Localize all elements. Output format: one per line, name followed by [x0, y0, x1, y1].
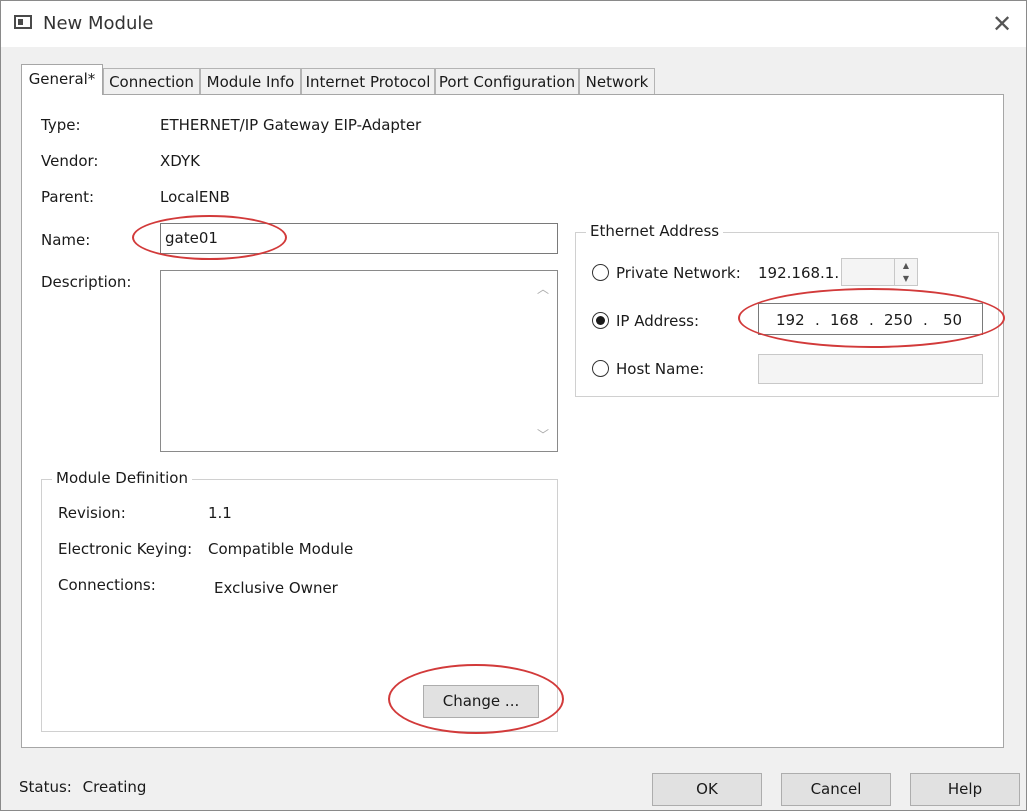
revision-value: 1.1 — [208, 504, 232, 522]
electronic-keying-label: Electronic Keying: — [58, 540, 193, 558]
ip-address-radio[interactable] — [592, 312, 609, 329]
help-button[interactable]: Help — [910, 773, 1020, 806]
module-definition-legend: Module Definition — [52, 469, 192, 487]
module-window-icon — [14, 15, 32, 29]
cancel-button[interactable]: Cancel — [781, 773, 891, 806]
ip-separator: . — [815, 311, 820, 329]
spin-down-icon[interactable]: ▼ — [895, 272, 917, 285]
name-input[interactable]: gate01 — [160, 223, 558, 254]
ip-separator: . — [923, 311, 928, 329]
tab-general[interactable]: General* — [21, 64, 103, 95]
window-title: New Module — [43, 13, 154, 34]
status-value: Creating — [82, 778, 147, 796]
private-network-prefix: 192.168.1. — [758, 264, 840, 282]
tab-internet-protocol[interactable]: Internet Protocol — [301, 68, 435, 94]
ethernet-address-legend: Ethernet Address — [586, 222, 724, 240]
private-network-radio[interactable] — [592, 264, 609, 281]
spin-up-icon[interactable]: ▲ — [895, 259, 917, 272]
revision-label: Revision: — [58, 504, 126, 522]
ok-button[interactable]: OK — [652, 773, 762, 806]
ip-separator: . — [869, 311, 874, 329]
ip-address-label: IP Address: — [616, 312, 700, 330]
description-label: Description: — [41, 273, 132, 291]
tab-network[interactable]: Network — [579, 68, 655, 94]
parent-value: LocalENB — [160, 188, 230, 206]
chevron-up-icon[interactable]: ︿ — [537, 283, 549, 295]
ip-octet-4[interactable]: 50 — [943, 311, 962, 329]
module-definition-group: Module Definition Revision: 1.1 Electron… — [41, 469, 558, 732]
general-panel: Type: ETHERNET/IP Gateway EIP-Adapter Ve… — [21, 94, 1004, 748]
ip-octet-1[interactable]: 192 — [776, 311, 805, 329]
vendor-label: Vendor: — [41, 152, 99, 170]
host-name-input[interactable] — [758, 354, 983, 384]
electronic-keying-value: Compatible Module — [208, 540, 354, 558]
type-label: Type: — [41, 116, 81, 134]
private-network-spinner[interactable]: ▲ ▼ — [841, 258, 918, 286]
new-module-dialog: New Module ✕ General* Connection Module … — [0, 0, 1027, 811]
tab-connection[interactable]: Connection — [103, 68, 200, 94]
private-network-label: Private Network: — [616, 264, 741, 282]
ip-address-input[interactable]: 192 . 168 . 250 . 50 — [758, 303, 983, 335]
parent-label: Parent: — [41, 188, 95, 206]
connections-label: Connections: — [58, 576, 156, 594]
tab-module-info[interactable]: Module Info — [200, 68, 301, 94]
ethernet-address-group: Ethernet Address Private Network: 192.16… — [575, 222, 999, 397]
type-value: ETHERNET/IP Gateway EIP-Adapter — [160, 116, 422, 134]
vendor-value: XDYK — [160, 152, 201, 170]
ip-octet-2[interactable]: 168 — [830, 311, 859, 329]
status-bar: Status: Creating — [19, 778, 146, 796]
ip-octet-3[interactable]: 250 — [884, 311, 913, 329]
host-name-label: Host Name: — [616, 360, 705, 378]
close-icon[interactable]: ✕ — [989, 11, 1015, 37]
chevron-down-icon[interactable]: ﹀ — [537, 429, 549, 441]
connections-value: Exclusive Owner — [214, 579, 338, 597]
status-label: Status: — [19, 778, 72, 796]
title-bar: New Module ✕ — [1, 1, 1026, 47]
name-label: Name: — [41, 231, 91, 249]
change-button[interactable]: Change ... — [423, 685, 539, 718]
tab-port-configuration[interactable]: Port Configuration — [435, 68, 579, 94]
host-name-radio[interactable] — [592, 360, 609, 377]
description-textarea[interactable]: ︿ ﹀ — [160, 270, 558, 452]
